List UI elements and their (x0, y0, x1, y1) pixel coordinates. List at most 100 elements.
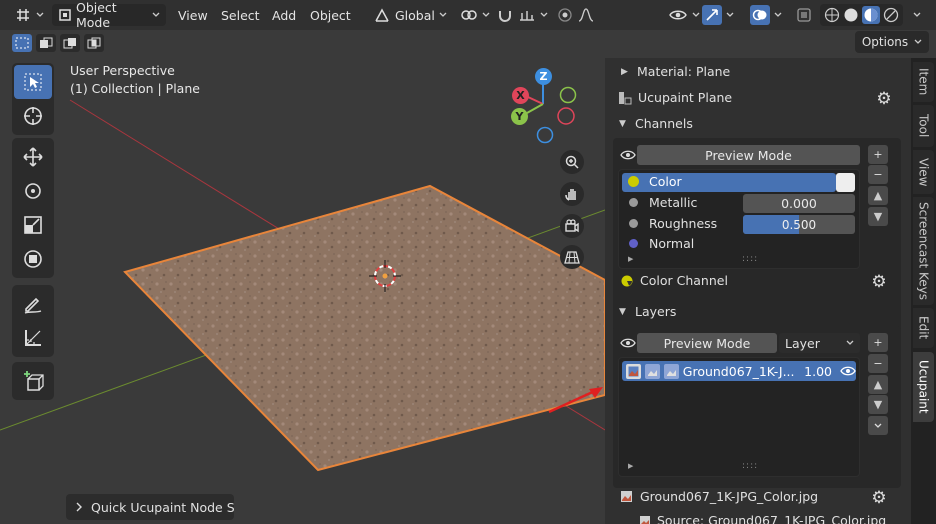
move-tool[interactable] (14, 140, 52, 174)
chevron-down-icon (913, 11, 921, 19)
gizmo-y-axis[interactable]: Y (511, 108, 528, 125)
color-channel-label: Color Channel (640, 273, 728, 288)
crosshair-cursor-icon (22, 105, 44, 127)
select-new-icon[interactable] (12, 34, 32, 52)
layers-preview-eye[interactable] (617, 332, 639, 354)
menu-select[interactable]: Select (221, 4, 260, 26)
eye-icon (620, 337, 636, 349)
list-expand-icon[interactable]: ▶ (628, 462, 633, 470)
annotate-tool[interactable] (14, 287, 52, 321)
channels-preview-eye[interactable] (617, 144, 639, 166)
scale-tool[interactable] (14, 208, 52, 242)
remove-channel-button[interactable]: − (868, 165, 888, 184)
3d-viewport[interactable]: Z X Y User Perspective (1) Collection | … (0, 30, 605, 524)
tab-view[interactable]: View (913, 150, 934, 194)
add-layer-button[interactable]: + (868, 333, 888, 352)
channel-row-normal[interactable]: Normal (628, 236, 694, 251)
gizmo-toggle[interactable] (702, 4, 734, 26)
tab-tool[interactable]: Tool (913, 105, 934, 147)
select-extend-icon[interactable] (36, 34, 56, 52)
tab-label: Tool (916, 114, 931, 138)
layer-settings-gear-icon[interactable]: ⚙ (870, 489, 888, 507)
gizmo-z-axis[interactable]: Z (535, 68, 552, 85)
channel-row-roughness[interactable]: Roughness (628, 216, 717, 231)
layer-row-selected[interactable]: Ground067_1K-J... 1.00 (622, 361, 856, 381)
rendered-shading-icon[interactable] (883, 7, 899, 23)
channel-row-metallic[interactable]: Metallic (628, 195, 697, 210)
color-swatch[interactable] (836, 173, 855, 192)
source-label: Source: Ground067_1K-JPG_Color.jpg (657, 513, 887, 524)
proportional-edit-toggle[interactable] (557, 4, 595, 26)
falloff-curve-icon (577, 7, 595, 23)
ucupaint-settings-gear-icon[interactable]: ⚙ (875, 90, 893, 108)
chevron-down-icon (726, 11, 734, 19)
list-expand-icon[interactable]: ▶ (628, 255, 633, 263)
transform-orientation-dropdown[interactable]: Global (373, 4, 447, 26)
options-dropdown[interactable]: Options (855, 31, 929, 53)
chevron-down-icon (914, 38, 922, 46)
add-cube-tool[interactable] (14, 364, 52, 398)
wireframe-shading-icon[interactable] (824, 7, 840, 23)
layer-visibility-eye-icon[interactable] (840, 365, 856, 377)
add-channel-button[interactable]: + (868, 145, 888, 164)
layer-type-dropdown[interactable]: Layer (779, 333, 860, 353)
camera-view-button[interactable] (560, 214, 584, 238)
select-subtract-icon[interactable] (60, 34, 80, 52)
orientation-label: Global (395, 7, 435, 23)
layer-menu-button[interactable] (868, 416, 888, 435)
xray-toggle[interactable] (796, 4, 812, 26)
roughness-value-field[interactable]: 0.500 (743, 215, 855, 234)
tab-ucupaint[interactable]: Ucupaint (913, 352, 934, 422)
move-layer-up-button[interactable]: ▲ (868, 375, 888, 394)
channels-subpanel-header[interactable]: ▼ Channels (619, 116, 693, 131)
menu-view[interactable]: View (178, 4, 208, 26)
measure-tool[interactable] (14, 321, 52, 355)
tab-item[interactable]: Item (913, 62, 934, 102)
mode-dropdown[interactable]: Object Mode (52, 0, 166, 30)
move-channel-down-button[interactable]: ▼ (868, 207, 888, 226)
editor-type-button[interactable] (14, 4, 44, 26)
channel-row-color[interactable]: Color (628, 174, 682, 189)
channels-preview-mode-button[interactable]: Preview Mode (637, 145, 860, 165)
material-subpanel-header[interactable]: ▶ Material: Plane (621, 64, 730, 79)
chevron-down-icon (846, 339, 854, 347)
menu-add[interactable]: Add (272, 4, 296, 26)
rotate-tool[interactable] (14, 174, 52, 208)
solid-shading-icon[interactable] (843, 7, 859, 23)
tab-edit[interactable]: Edit (913, 308, 934, 348)
color-channel-row[interactable]: Color Channel (620, 273, 728, 288)
overlays-toggle[interactable] (750, 4, 782, 26)
snap-toggle[interactable] (496, 4, 548, 26)
select-intersect-icon[interactable] (84, 34, 104, 52)
layers-label: Layers (635, 304, 677, 319)
material-preview-shading-icon[interactable] (862, 6, 880, 24)
menu-object[interactable]: Object (310, 4, 351, 26)
pivot-point-dropdown[interactable] (460, 4, 490, 26)
gizmo-x-axis[interactable]: X (512, 87, 529, 104)
transform-tool[interactable] (14, 242, 52, 276)
layer-image-row[interactable]: Ground067_1K-JPG_Color.jpg (620, 489, 818, 504)
layer-opacity[interactable]: 1.00 (804, 364, 832, 379)
shading-options-dropdown[interactable] (913, 4, 921, 26)
remove-layer-button[interactable]: − (868, 354, 888, 373)
metallic-value-field[interactable]: 0.000 (743, 194, 855, 213)
perspective-toggle-button[interactable] (560, 245, 584, 269)
move-layer-down-button[interactable]: ▼ (868, 395, 888, 414)
normal-channel-dot-icon (629, 239, 638, 248)
cursor-tool[interactable] (14, 99, 52, 133)
layers-preview-mode-button[interactable]: Preview Mode (637, 333, 777, 353)
select-box-tool[interactable] (14, 65, 52, 99)
tab-screencast-keys[interactable]: Screencast Keys (913, 197, 934, 305)
camera-icon (564, 218, 580, 234)
list-resize-grip-icon[interactable]: :::: (742, 254, 758, 264)
last-operator-panel[interactable]: Quick Ucupaint Node Setu (66, 494, 234, 520)
visibility-dropdown[interactable] (668, 4, 700, 26)
move-channel-up-button[interactable]: ▲ (868, 186, 888, 205)
ruler-icon (22, 327, 44, 349)
tab-label: Screencast Keys (916, 202, 931, 300)
color-channel-settings-gear-icon[interactable]: ⚙ (870, 273, 888, 291)
pan-button[interactable] (560, 182, 584, 206)
zoom-button[interactable] (560, 150, 584, 174)
layers-subpanel-header[interactable]: ▼ Layers (619, 304, 676, 319)
list-resize-grip-icon[interactable]: :::: (742, 461, 758, 471)
